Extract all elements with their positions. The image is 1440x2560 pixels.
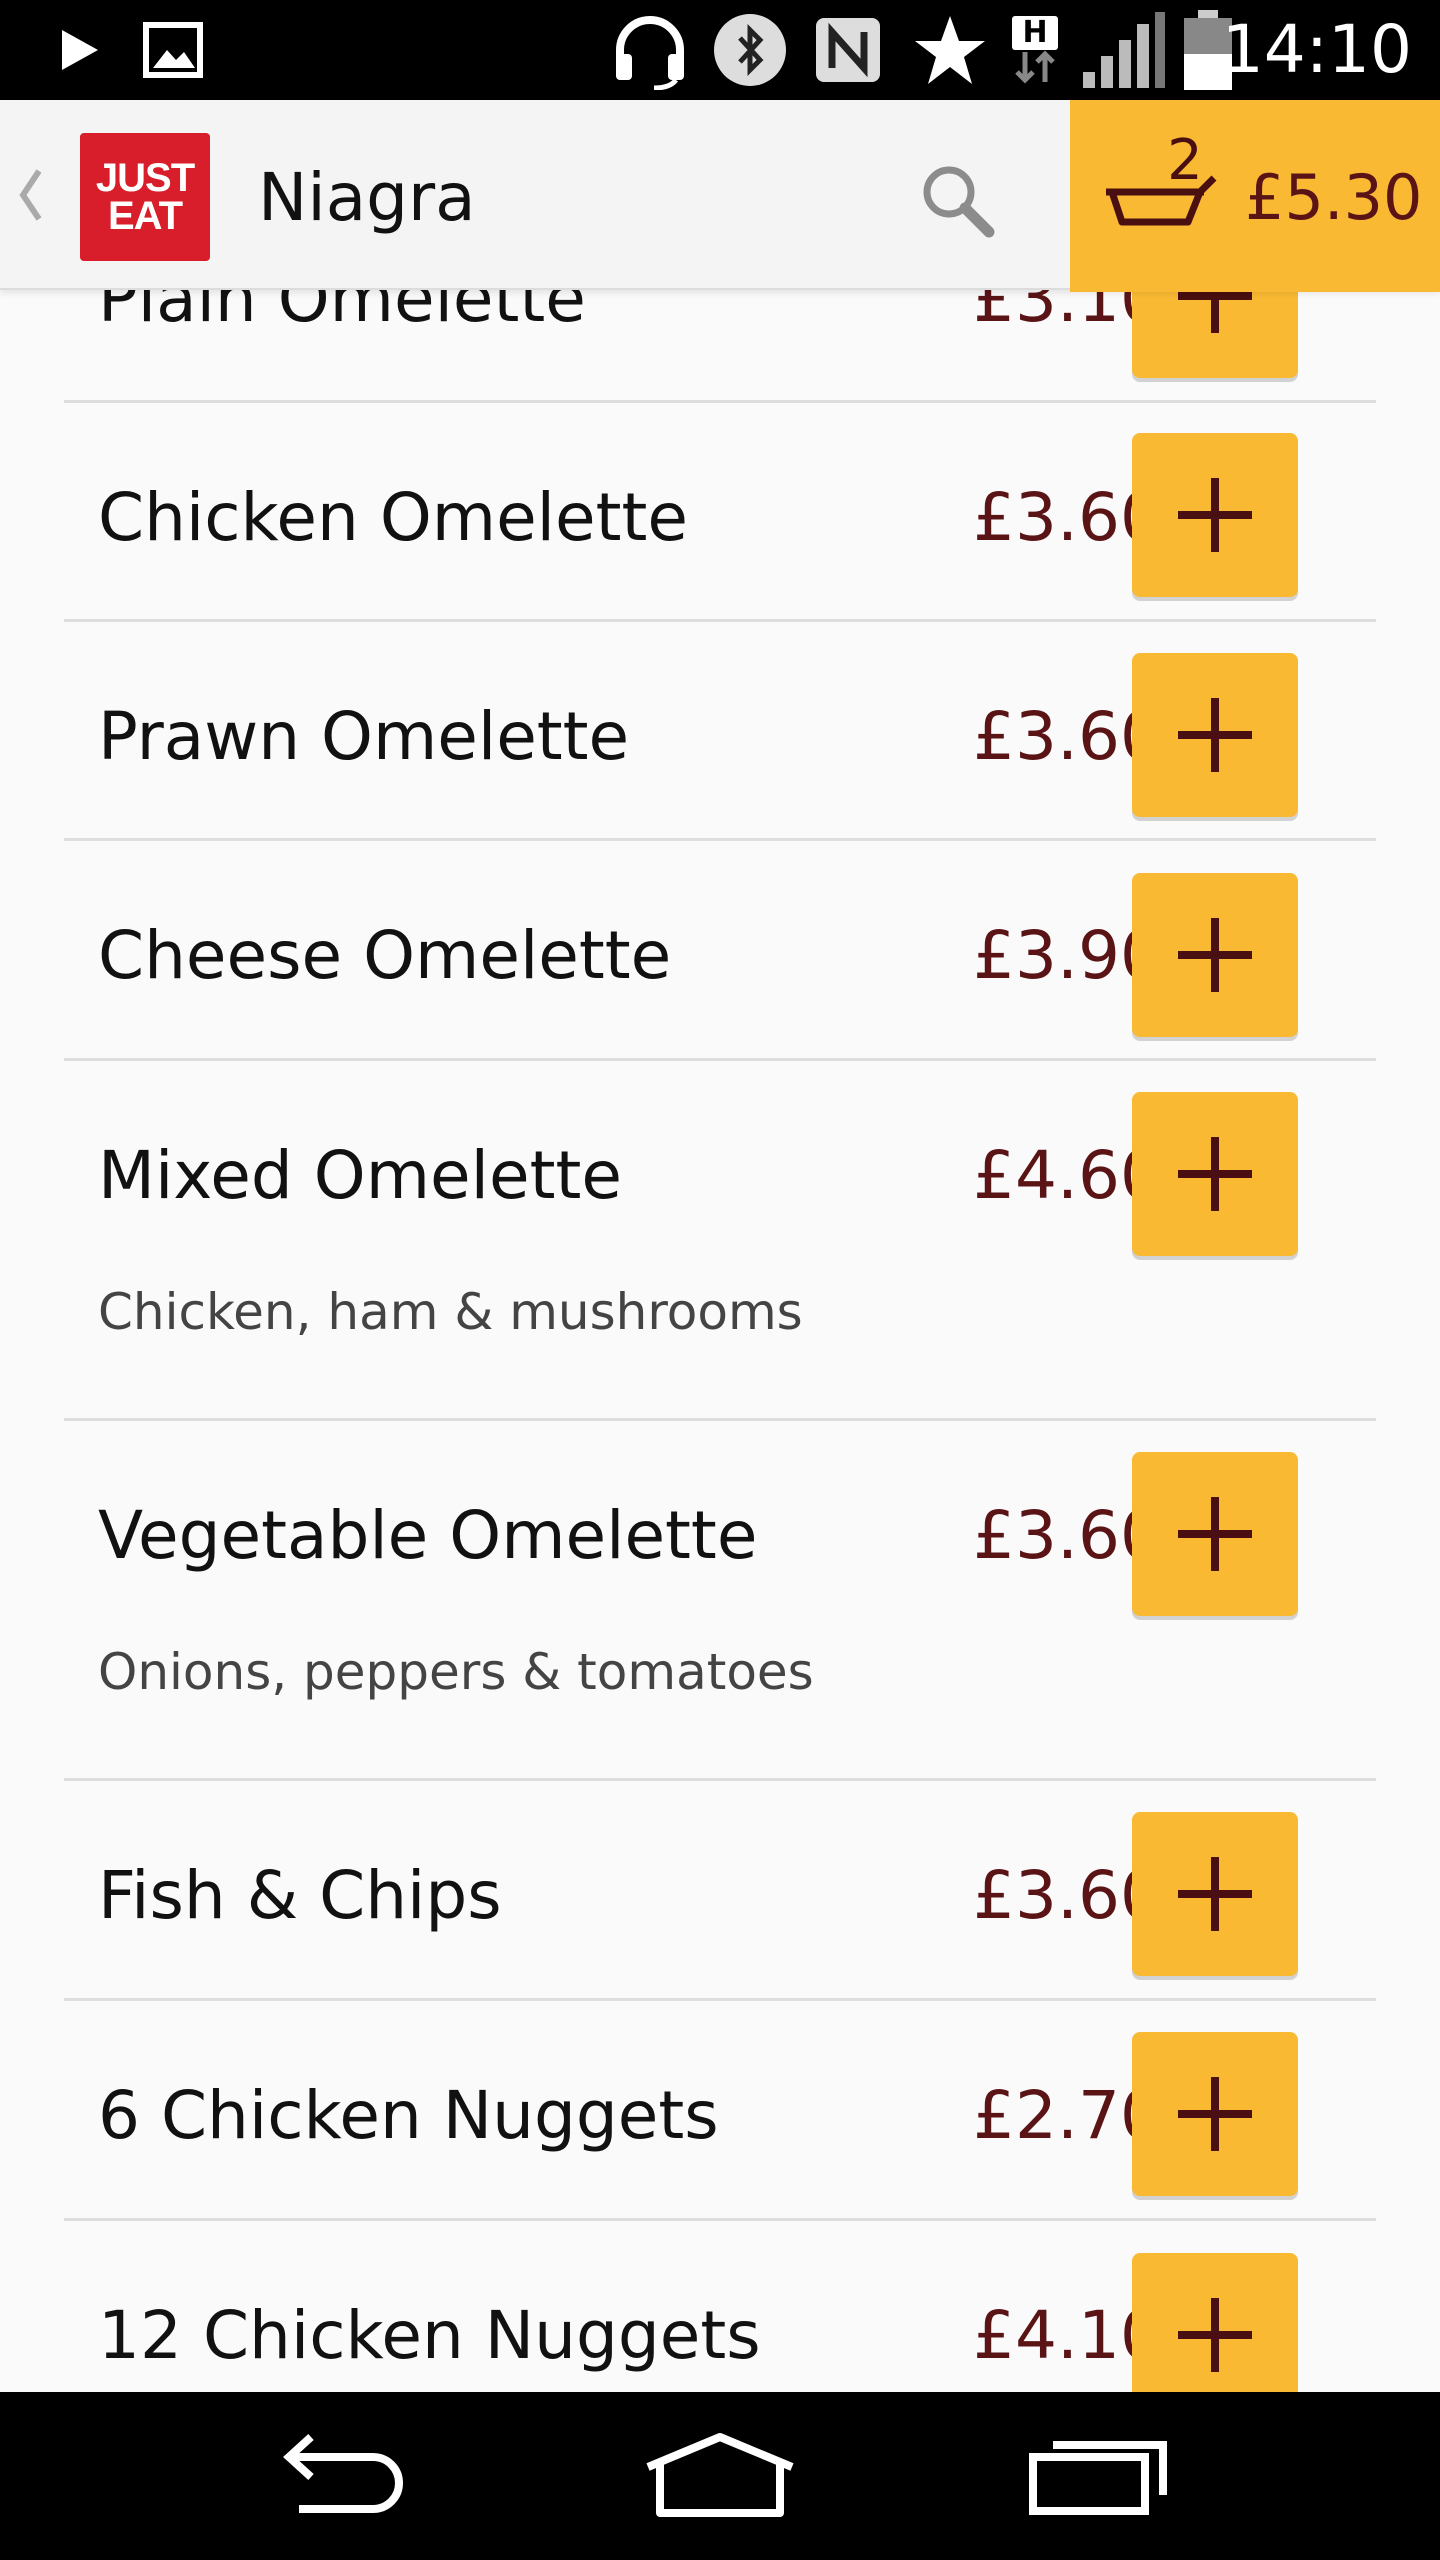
item-name: Cheese Omelette [98, 917, 672, 994]
home-icon [646, 2433, 794, 2517]
back-chevron-icon[interactable] [10, 155, 50, 235]
h-data-icon: H [1002, 0, 1068, 100]
basket-total: £5.30 [1245, 161, 1423, 234]
item-name: Fish & Chips [98, 1857, 502, 1934]
add-item-button[interactable] [1132, 433, 1298, 597]
recents-icon [1029, 2441, 1167, 2515]
star-icon [910, 0, 990, 100]
add-item-button[interactable] [1132, 873, 1298, 1037]
item-name: Vegetable Omelette [98, 1497, 758, 1574]
item-name: Chicken Omelette [98, 479, 688, 556]
add-item-button[interactable] [1132, 653, 1298, 817]
plus-icon [1178, 478, 1252, 552]
recents-button[interactable] [1000, 2392, 1200, 2560]
item-name: 6 Chicken Nuggets [98, 2077, 719, 2154]
item-description: Chicken, ham & mushrooms [98, 1283, 803, 1341]
plus-icon [1178, 698, 1252, 772]
plus-icon [1178, 1497, 1252, 1571]
plus-icon [1178, 918, 1252, 992]
h-data-label: H [1012, 16, 1058, 50]
search-button[interactable] [912, 155, 1002, 245]
item-name: Mixed Omelette [98, 1137, 622, 1214]
nfc-icon [808, 0, 888, 100]
plus-icon [1178, 2298, 1252, 2372]
search-icon [923, 166, 995, 238]
item-name: 12 Chicken Nuggets [98, 2297, 761, 2374]
just-eat-logo[interactable]: JUST EAT [80, 133, 210, 261]
item-name: Prawn Omelette [98, 698, 630, 775]
play-icon [50, 0, 110, 100]
headset-icon [605, 0, 695, 100]
add-item-button[interactable] [1132, 1092, 1298, 1256]
back-icon [283, 2434, 403, 2513]
item-description: Onions, peppers & tomatoes [98, 1643, 814, 1701]
add-item-button[interactable] [1132, 1812, 1298, 1976]
plus-icon [1178, 1137, 1252, 1211]
restaurant-title: Niagra [258, 159, 476, 236]
add-item-button[interactable] [1132, 2032, 1298, 2196]
basket-icon [1106, 175, 1217, 226]
clock: 14:10 [1221, 11, 1412, 88]
bluetooth-icon [710, 0, 790, 100]
logo-line-2: EAT [107, 194, 183, 238]
add-item-button[interactable] [1132, 1452, 1298, 1616]
status-bar: H 14:10 [0, 0, 1440, 100]
menu-list[interactable]: Plain Omelette £3.10 Chicken Omelette £3… [0, 0, 1440, 2392]
signal-icon [1078, 0, 1168, 100]
back-button[interactable] [238, 2392, 438, 2560]
plus-icon [1178, 2077, 1252, 2151]
image-icon [140, 0, 206, 100]
navigation-bar [0, 2392, 1440, 2560]
add-item-button[interactable] [1132, 2253, 1298, 2392]
basket-button[interactable]: 2 £5.30 [1070, 100, 1440, 292]
logo-line-1: JUST [95, 156, 195, 200]
plus-icon [1178, 1857, 1252, 1931]
home-button[interactable] [620, 2392, 820, 2560]
